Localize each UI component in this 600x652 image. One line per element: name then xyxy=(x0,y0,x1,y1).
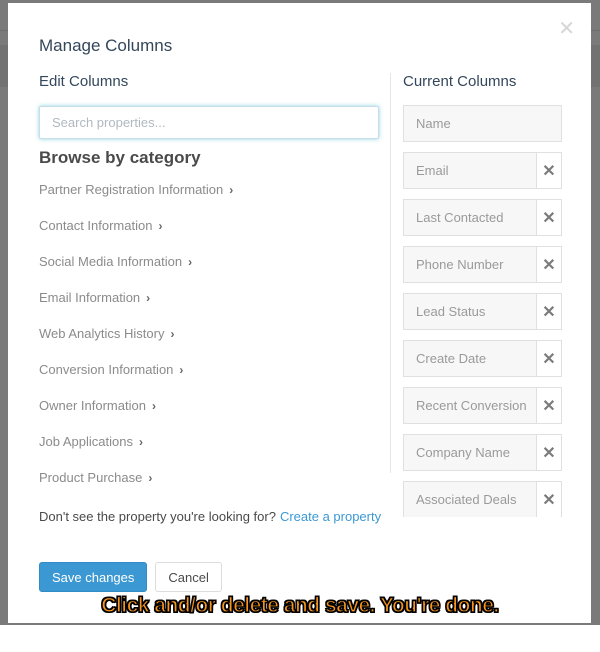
chevron-right-icon: › xyxy=(138,435,143,449)
current-column-item[interactable]: Recent Conversion ✕ xyxy=(403,387,562,424)
chevron-right-icon: › xyxy=(146,291,151,305)
category-item[interactable]: Owner Information › xyxy=(39,398,379,434)
current-column-label: Email xyxy=(416,163,449,178)
browse-by-category-heading: Browse by category xyxy=(39,148,201,167)
current-column-item[interactable]: Email ✕ xyxy=(403,152,562,189)
category-label: Job Applications xyxy=(39,434,133,449)
category-item[interactable]: Web Analytics History › xyxy=(39,326,379,362)
current-column-label: Phone Number xyxy=(416,257,504,272)
current-columns-list[interactable]: Name Email ✕ Last Contacted ✕ Phone Number ✕ Le… xyxy=(403,105,568,517)
current-column-label: Last Contacted xyxy=(416,210,504,225)
category-item[interactable]: Conversion Information › xyxy=(39,362,379,398)
category-item[interactable]: Product Purchase › xyxy=(39,470,379,506)
chevron-right-icon: › xyxy=(151,399,156,413)
edit-columns-panel: Edit Columns Browse by category Partner … xyxy=(39,73,379,506)
remove-column-icon[interactable]: ✕ xyxy=(536,200,561,235)
current-column-label: Lead Status xyxy=(416,304,486,319)
chevron-right-icon: › xyxy=(179,363,184,377)
category-item[interactable]: Social Media Information › xyxy=(39,254,379,290)
close-icon[interactable]: ✕ xyxy=(558,19,575,39)
category-label: Social Media Information xyxy=(39,254,183,269)
current-column-label: Recent Conversion xyxy=(416,398,527,413)
modal-footer: Save changes Cancel xyxy=(39,562,222,592)
category-item[interactable]: Contact Information › xyxy=(39,218,379,254)
category-label: Partner Registration Information xyxy=(39,182,224,197)
manage-columns-modal: ✕ Manage Columns Edit Columns Browse by … xyxy=(8,3,591,623)
edit-columns-heading: Edit Columns xyxy=(39,73,129,90)
remove-column-icon[interactable]: ✕ xyxy=(536,388,561,423)
category-item[interactable]: Email Information › xyxy=(39,290,379,326)
current-column-item[interactable]: Phone Number ✕ xyxy=(403,246,562,283)
chevron-right-icon: › xyxy=(188,255,193,269)
remove-column-icon[interactable]: ✕ xyxy=(536,482,561,517)
category-item[interactable]: Partner Registration Information › xyxy=(39,182,379,218)
current-column-item[interactable]: Company Name ✕ xyxy=(403,434,562,471)
category-label: Owner Information xyxy=(39,398,146,413)
current-column-label: Associated Deals xyxy=(416,492,517,507)
category-label: Contact Information xyxy=(39,218,153,233)
chevron-right-icon: › xyxy=(148,471,153,485)
current-column-label: Company Name xyxy=(416,445,510,460)
current-column-item[interactable]: Create Date ✕ xyxy=(403,340,562,377)
remove-column-icon[interactable]: ✕ xyxy=(536,153,561,188)
category-label: Conversion Information xyxy=(39,362,174,377)
remove-column-icon[interactable]: ✕ xyxy=(536,341,561,376)
current-column-item[interactable]: Name xyxy=(403,105,562,142)
current-column-item[interactable]: Associated Deals ✕ xyxy=(403,481,562,517)
current-column-label: Create Date xyxy=(416,351,487,366)
chevron-right-icon: › xyxy=(229,183,234,197)
current-columns-heading: Current Columns xyxy=(403,73,517,90)
current-column-item[interactable]: Lead Status ✕ xyxy=(403,293,562,330)
category-list: Partner Registration Information › Contact… xyxy=(39,182,379,506)
save-changes-button[interactable]: Save changes xyxy=(39,562,148,592)
create-property-link[interactable]: Create a property xyxy=(280,509,381,524)
category-item[interactable]: Job Applications › xyxy=(39,434,379,470)
category-label: Email Information xyxy=(39,290,141,305)
instruction-caption: Click and/or delete and save. You're don… xyxy=(101,593,500,617)
modal-title: Manage Columns xyxy=(39,36,173,55)
cancel-button[interactable]: Cancel xyxy=(155,562,222,592)
remove-column-icon[interactable]: ✕ xyxy=(536,247,561,282)
search-properties-input[interactable] xyxy=(39,106,379,139)
create-property-hint: Don't see the property you're looking fo… xyxy=(39,509,381,524)
category-label: Web Analytics History xyxy=(39,326,165,341)
current-column-label: Name xyxy=(416,116,451,131)
current-columns-panel: Current Columns Name Email ✕ Last Contacted… xyxy=(403,73,568,517)
chevron-right-icon: › xyxy=(170,327,175,341)
hint-text: Don't see the property you're looking fo… xyxy=(39,509,276,524)
remove-column-icon[interactable]: ✕ xyxy=(536,435,561,470)
column-divider xyxy=(390,73,391,473)
current-column-item[interactable]: Last Contacted ✕ xyxy=(403,199,562,236)
remove-column-icon[interactable]: ✕ xyxy=(536,294,561,329)
category-label: Product Purchase xyxy=(39,470,143,485)
chevron-right-icon: › xyxy=(158,219,163,233)
